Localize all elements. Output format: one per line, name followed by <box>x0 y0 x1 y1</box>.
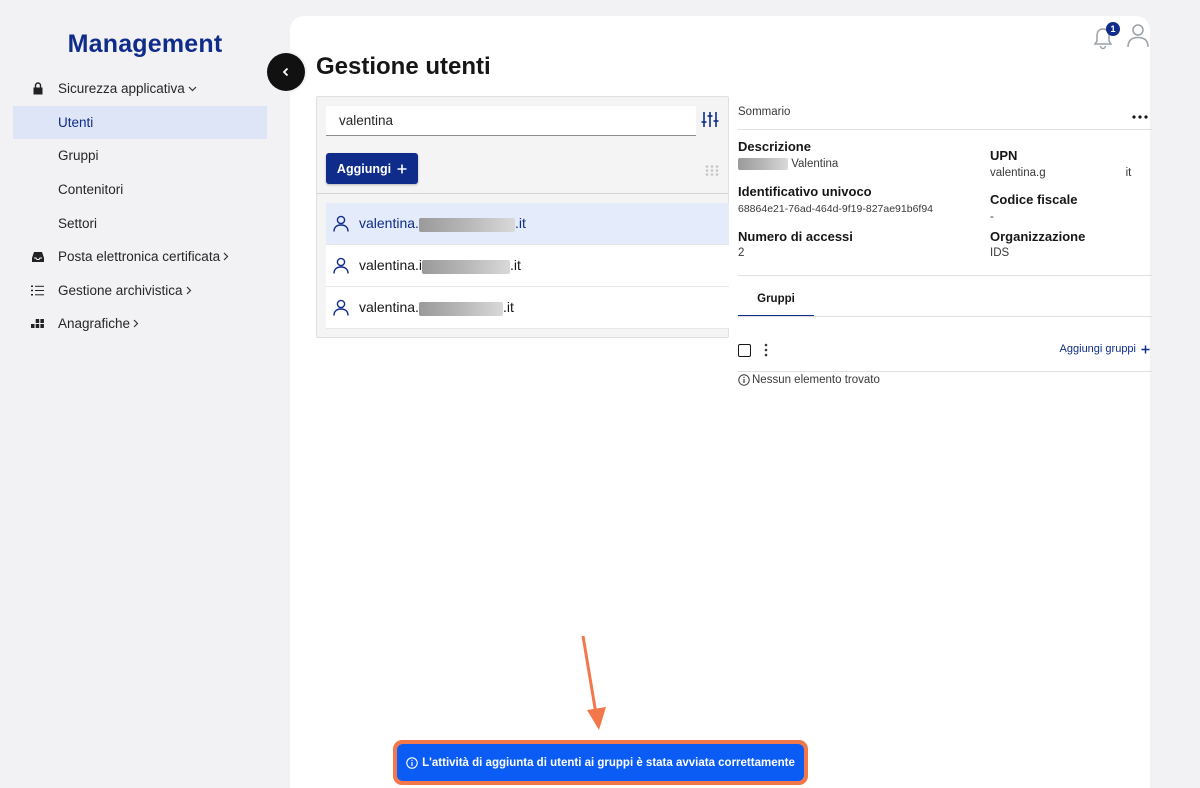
plus-icon <box>1141 344 1150 354</box>
more-options-icon[interactable] <box>1132 106 1148 124</box>
lock-icon <box>13 82 58 95</box>
divider <box>738 371 1152 372</box>
sidebar-item-anagrafiche[interactable]: Anagrafiche <box>13 307 267 341</box>
sidebar-item-label: Anagrafiche <box>58 316 131 332</box>
user-list-item[interactable]: valentina. .it <box>326 203 729 245</box>
add-user-button[interactable]: Aggiungi <box>326 153 418 184</box>
user-email: valentina.i .it <box>359 257 521 274</box>
divider <box>317 193 728 194</box>
search-input[interactable] <box>326 106 696 136</box>
redacted <box>418 217 515 232</box>
plus-icon <box>397 164 407 173</box>
sidebar-item-label: Gestione archivistica <box>58 282 183 298</box>
user-icon <box>333 299 349 316</box>
notification-badge: 1 <box>1106 21 1120 36</box>
user-list: valentina. .it valentina.i .it valentina..… <box>326 203 729 329</box>
user-email: valentina. .it <box>359 215 526 232</box>
upn-value: valentina.g it <box>990 167 1132 179</box>
user-icon <box>333 215 349 232</box>
sidebar-item-gestione-archivistica[interactable]: Gestione archivistica <box>13 274 267 308</box>
toast-notification: L'attività di aggiunta di utenti ai grup… <box>393 740 808 785</box>
overflow-menu-icon[interactable] <box>764 343 768 362</box>
redacted <box>738 158 788 170</box>
info-icon <box>738 374 750 386</box>
descrizione-label: Descrizione <box>738 139 811 154</box>
tab-gruppi[interactable]: Gruppi <box>738 282 814 317</box>
user-list-item[interactable]: valentina.i .it <box>326 245 729 287</box>
divider <box>738 129 1152 130</box>
add-button-label: Aggiungi <box>336 161 392 176</box>
accessi-label: Numero di accessi <box>738 229 853 244</box>
sidebar-item-sicurezza-applicativa[interactable]: Sicurezza applicativa <box>13 72 267 106</box>
divider <box>738 316 1152 317</box>
annotation-arrow <box>581 635 606 730</box>
sidebar-item-utenti[interactable]: Utenti <box>13 105 267 140</box>
chevron-down-icon <box>188 86 197 92</box>
select-all-checkbox[interactable] <box>738 344 751 357</box>
notifications-button[interactable]: 1 <box>1092 21 1120 50</box>
sidebar-nav: Sicurezza applicativa Utenti Gruppi Cont… <box>13 72 267 341</box>
sidebar-item-contenitori[interactable]: Contenitori <box>13 173 267 207</box>
accessi-value: 2 <box>738 247 745 259</box>
sidebar-item-posta-elettronica-certificata[interactable]: Posta elettronica certificata <box>13 240 267 274</box>
list-icon <box>13 285 58 296</box>
page-title: Gestione utenti <box>316 53 491 80</box>
section-title: Sommario <box>738 106 791 118</box>
app-brand: Management <box>67 30 223 58</box>
user-icon <box>333 257 349 274</box>
chevron-left-icon <box>282 67 289 77</box>
toast-content: L'attività di aggiunta di utenti ai grup… <box>397 744 804 781</box>
sidebar-item-label: Sicurezza applicativa <box>58 81 185 97</box>
identificativo-label: Identificativo univoco <box>738 184 872 199</box>
codice-fiscale-value: - <box>990 211 994 223</box>
sidebar-item-label: Utenti <box>58 114 94 130</box>
redacted <box>418 301 503 316</box>
user-profile-button[interactable] <box>1126 22 1150 53</box>
organizzazione-value: IDS <box>990 247 1010 259</box>
inbox-icon <box>13 251 58 263</box>
empty-state: Nessun elemento trovato <box>738 374 880 386</box>
add-groups-link[interactable]: Aggiungi gruppi <box>1060 343 1150 355</box>
descrizione-value: Valentina <box>738 158 838 170</box>
header-actions: 1 <box>1092 21 1150 53</box>
organizzazione-label: Organizzazione <box>990 229 1086 244</box>
divider <box>738 275 1152 276</box>
sidebar-item-label: Settori <box>58 215 98 231</box>
codice-fiscale-label: Codice fiscale <box>990 192 1078 207</box>
toast-message: L'attività di aggiunta di utenti ai grup… <box>422 756 795 769</box>
apps-icon <box>13 318 58 329</box>
user-email: valentina. .it <box>359 299 514 316</box>
drag-handle-icon[interactable] <box>705 163 719 181</box>
collapse-sidebar-button[interactable] <box>267 53 305 91</box>
user-icon <box>1127 24 1149 48</box>
chevron-right-icon <box>133 319 139 328</box>
sidebar-item-settori[interactable]: Settori <box>13 206 267 240</box>
sidebar-item-label: Posta elettronica certificata <box>58 249 221 265</box>
sidebar-item-label: Gruppi <box>58 148 99 164</box>
sidebar: Management Sicurezza applicativa Utenti … <box>0 0 290 788</box>
info-icon <box>406 756 418 769</box>
user-list-item[interactable]: valentina. .it <box>326 287 729 329</box>
redacted <box>422 259 511 274</box>
user-list-panel: Aggiungi valentina..it valentina.i.it va… <box>316 96 729 338</box>
identificativo-value: 68864e21-76ad-464d-9f19-827ae91b6f94 <box>738 203 934 215</box>
chevron-right-icon <box>186 286 192 295</box>
chevron-right-icon <box>223 252 229 261</box>
upn-label: UPN <box>990 148 1018 163</box>
sidebar-item-gruppi[interactable]: Gruppi <box>13 139 267 173</box>
sidebar-item-label: Contenitori <box>58 182 124 198</box>
filter-settings-icon[interactable] <box>701 111 719 133</box>
